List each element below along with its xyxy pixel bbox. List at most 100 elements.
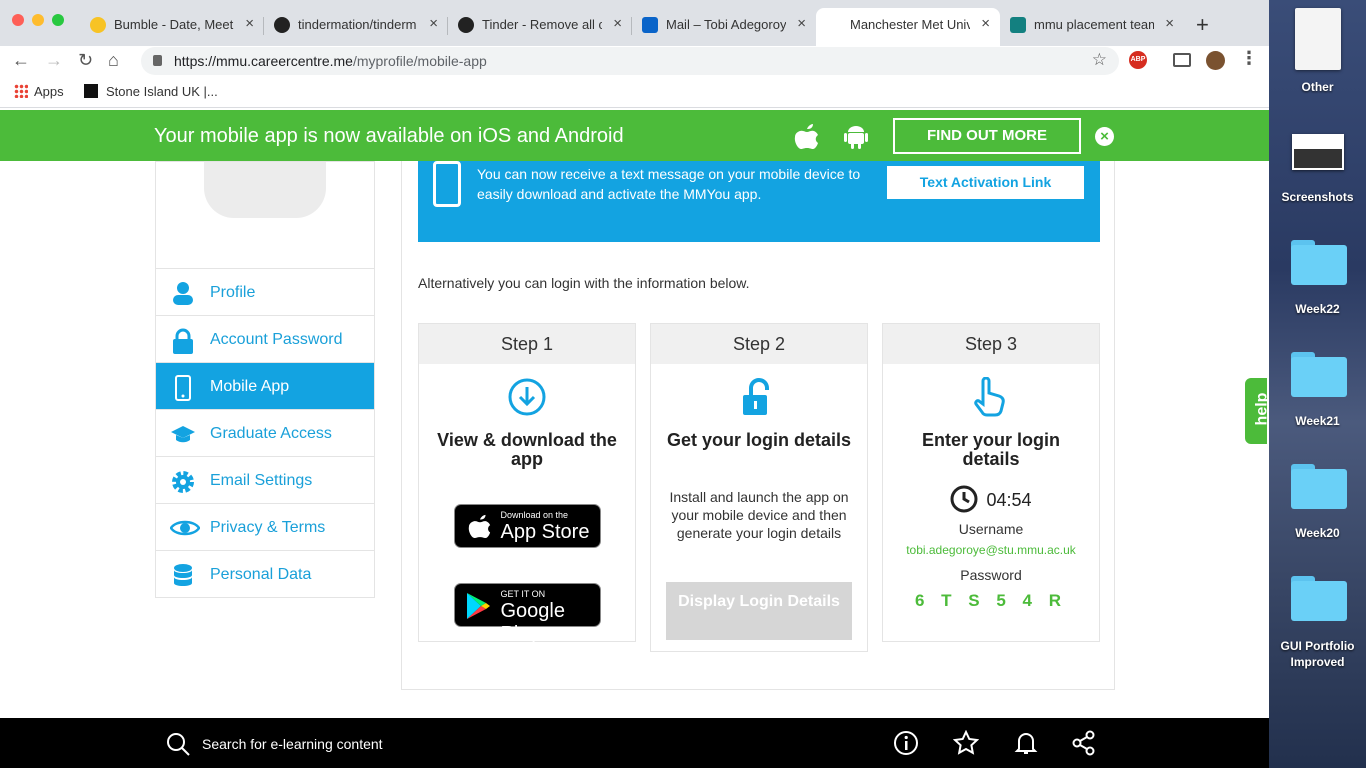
forward-arrow-icon[interactable]: → bbox=[45, 50, 63, 71]
text-activation-box: You can now receive a text message on yo… bbox=[418, 161, 1100, 242]
back-arrow-icon[interactable]: ← bbox=[12, 50, 30, 71]
lock-icon bbox=[153, 55, 162, 66]
desktop-item-other[interactable]: Other bbox=[1269, 8, 1366, 94]
github-favicon-icon bbox=[458, 17, 474, 33]
apple-icon bbox=[794, 122, 820, 155]
tab-bumble[interactable]: Bumble - Date, Meet, × bbox=[80, 8, 264, 42]
bookmark-apps[interactable]: Apps bbox=[14, 84, 64, 99]
address-bar[interactable]: https://mmu.careercentre.me/myprofile/mo… bbox=[141, 47, 1119, 75]
desktop-item-week21[interactable]: Week21 bbox=[1269, 352, 1366, 428]
person-icon bbox=[170, 281, 196, 305]
close-banner-icon[interactable]: × bbox=[1095, 127, 1114, 146]
alternative-login-text: Alternatively you can login with the inf… bbox=[418, 275, 750, 291]
desktop-item-screenshots[interactable]: Screenshots bbox=[1269, 134, 1366, 204]
tab-github-tindermation[interactable]: tindermation/tinderm × bbox=[264, 8, 448, 42]
adblock-plus-icon[interactable]: ABP bbox=[1129, 51, 1147, 69]
step-heading: Step 3 bbox=[883, 324, 1099, 364]
bumble-favicon-icon bbox=[90, 17, 106, 33]
display-login-details-button[interactable]: Display Login Details bbox=[666, 582, 852, 640]
desktop-item-label: Week22 bbox=[1295, 302, 1340, 316]
sidebar-item-account-password[interactable]: Account Password bbox=[156, 315, 374, 362]
sidebar-item-label: Personal Data bbox=[210, 566, 312, 583]
info-icon[interactable] bbox=[893, 730, 919, 756]
bookmark-star-icon[interactable]: ☆ bbox=[1092, 50, 1107, 70]
cast-icon[interactable] bbox=[1173, 53, 1191, 67]
browser-toolbar: ← → ↻ ⌂ https://mmu.careercentre.me/mypr… bbox=[0, 46, 1269, 76]
tab-outlook-mail[interactable]: Mail – Tobi Adegoroy × bbox=[632, 8, 816, 42]
sidebar-item-label: Account Password bbox=[210, 331, 343, 348]
app-store-badge[interactable]: Download on the App Store bbox=[453, 504, 601, 548]
kebab-menu-icon[interactable]: ⋮ bbox=[1240, 48, 1258, 69]
password-value: 6 T S 5 4 R bbox=[915, 591, 1067, 610]
desktop-item-week22[interactable]: Week22 bbox=[1269, 240, 1366, 316]
profile-avatar[interactable] bbox=[1206, 51, 1225, 70]
username-label: Username bbox=[958, 521, 1024, 537]
tab-github-tinder[interactable]: Tinder - Remove all c × bbox=[448, 8, 632, 42]
share-icon[interactable] bbox=[1071, 730, 1097, 756]
tab-title: Bumble - Date, Meet, bbox=[114, 17, 234, 32]
google-play-badge[interactable]: GET IT ON Google Play bbox=[453, 583, 601, 645]
sidebar-item-label: Email Settings bbox=[210, 472, 313, 489]
step-heading: Step 1 bbox=[419, 324, 635, 364]
sidebar-item-label: Mobile App bbox=[210, 378, 290, 395]
bell-icon[interactable] bbox=[1013, 730, 1039, 756]
desktop-item-label: Other bbox=[1301, 80, 1334, 94]
help-label: help bbox=[1253, 392, 1269, 426]
close-tab-icon[interactable]: × bbox=[245, 15, 254, 32]
sidebar-item-personal-data[interactable]: Personal Data bbox=[156, 550, 374, 597]
help-tab[interactable]: help bbox=[1243, 376, 1269, 446]
browser-window: Bumble - Date, Meet, × tindermation/tind… bbox=[0, 0, 1269, 768]
minimize-window-button[interactable] bbox=[32, 14, 44, 26]
folder-icon bbox=[1289, 576, 1347, 622]
close-tab-icon[interactable]: × bbox=[797, 15, 806, 32]
step-heading: Step 2 bbox=[651, 324, 867, 364]
sidebar-item-graduate-access[interactable]: Graduate Access bbox=[156, 409, 374, 456]
close-tab-icon[interactable]: × bbox=[1165, 15, 1174, 32]
banner-message: Your mobile app is now available on iOS … bbox=[154, 125, 624, 147]
desktop-item-gui-portfolio[interactable]: GUI Portfolio Improved bbox=[1269, 576, 1366, 670]
desktop-item-label: Week20 bbox=[1295, 526, 1340, 540]
step-description: Install and launch the app on your mobil… bbox=[669, 489, 849, 541]
github-favicon-icon bbox=[274, 17, 290, 33]
bookmark-stone-island[interactable]: Stone Island UK |... bbox=[84, 84, 218, 99]
screenshot-thumbnail-icon bbox=[1291, 134, 1344, 170]
text-activation-link-button[interactable]: Text Activation Link bbox=[887, 166, 1084, 199]
desktop: Other Screenshots Week22 Week21 Week20 G… bbox=[1269, 0, 1366, 768]
phone-icon bbox=[170, 375, 196, 401]
desktop-item-label: Week21 bbox=[1295, 414, 1340, 428]
close-window-button[interactable] bbox=[12, 14, 24, 26]
avatar bbox=[204, 162, 326, 218]
zoom-window-button[interactable] bbox=[52, 14, 64, 26]
unlock-icon bbox=[739, 377, 779, 417]
search-icon[interactable] bbox=[166, 732, 190, 756]
download-circle-icon bbox=[507, 377, 547, 417]
desktop-item-label: Screenshots bbox=[1281, 190, 1354, 204]
tab-manchester-met[interactable]: Manchester Met Univ × bbox=[816, 8, 1000, 46]
sidebar-item-privacy-terms[interactable]: Privacy & Terms bbox=[156, 503, 374, 550]
new-tab-button[interactable]: + bbox=[1196, 12, 1209, 38]
desktop-item-week20[interactable]: Week20 bbox=[1269, 464, 1366, 540]
folder-icon bbox=[1289, 240, 1347, 286]
close-tab-icon[interactable]: × bbox=[981, 15, 990, 32]
search-placeholder[interactable]: Search for e-learning content bbox=[202, 736, 383, 752]
reload-icon[interactable]: ↻ bbox=[78, 50, 93, 71]
stone-island-favicon-icon bbox=[84, 84, 98, 98]
close-tab-icon[interactable]: × bbox=[429, 15, 438, 32]
tap-hand-icon bbox=[971, 376, 1011, 417]
countdown-timer: 04:54 bbox=[883, 485, 1099, 513]
home-icon[interactable]: ⌂ bbox=[108, 50, 119, 71]
url-path: /myprofile/mobile-app bbox=[352, 53, 487, 69]
tab-bing-placement[interactable]: mmu placement team × bbox=[1000, 8, 1184, 42]
mortarboard-icon bbox=[170, 422, 196, 446]
sidebar-item-email-settings[interactable]: Email Settings bbox=[156, 456, 374, 503]
close-tab-icon[interactable]: × bbox=[613, 15, 622, 32]
url-domain: https://mmu.careercentre.me bbox=[174, 53, 353, 69]
sidebar-item-mobile-app[interactable]: Mobile App bbox=[156, 362, 374, 409]
sidebar-item-profile[interactable]: Profile bbox=[156, 268, 374, 315]
apple-icon bbox=[468, 513, 492, 544]
username-value: tobi.adegoroye@stu.mmu.ac.uk bbox=[906, 543, 1076, 557]
android-icon bbox=[843, 122, 869, 155]
tab-title: Manchester Met Univ bbox=[850, 17, 970, 32]
star-icon[interactable] bbox=[952, 729, 980, 756]
find-out-more-button[interactable]: FIND OUT MORE bbox=[893, 118, 1081, 154]
